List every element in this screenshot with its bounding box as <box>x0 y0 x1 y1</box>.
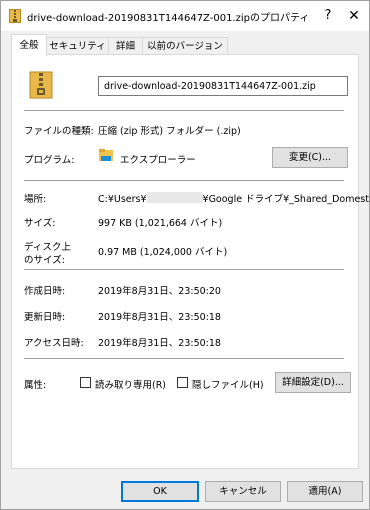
ok-button[interactable]: OK <box>121 481 199 502</box>
file-name-field[interactable]: drive-download-20190831T144647Z-001.zip <box>98 76 348 96</box>
tab-general[interactable]: 全般 <box>11 34 47 56</box>
hidden-checkbox[interactable] <box>177 377 188 388</box>
divider <box>24 110 344 111</box>
change-program-button[interactable]: 変更(C)... <box>272 147 348 168</box>
divider <box>24 180 344 181</box>
tab-previous-versions[interactable]: 以前のバージョン <box>142 37 228 55</box>
explorer-icon <box>98 147 114 166</box>
program-label: プログラム: <box>24 155 75 166</box>
redacted-username <box>146 192 203 203</box>
disk-size-label-line2: のサイズ: <box>24 255 65 266</box>
properties-dialog: drive-download-20190831T144647Z-001.zip の… <box>0 0 370 510</box>
location-suffix: ¥Google ドライブ¥_Shared_Domestic <box>202 194 370 205</box>
created-value: 2019年8月31日、23:50:20 <box>98 286 221 297</box>
zip-file-icon <box>29 71 53 102</box>
tab-details[interactable]: 詳細 <box>108 37 143 55</box>
tab-security[interactable]: セキュリティ <box>46 37 109 55</box>
title-bar: drive-download-20190831T144647Z-001.zipの… <box>1 1 369 31</box>
hidden-label[interactable]: 隠しファイル(H) <box>192 377 264 391</box>
created-label: 作成日時: <box>24 286 66 297</box>
window-title: drive-download-20190831T144647Z-001.zipの… <box>27 13 310 24</box>
cancel-button[interactable]: キャンセル <box>205 481 281 502</box>
divider <box>24 358 344 359</box>
apply-button[interactable]: 適用(A) <box>287 481 363 502</box>
file-type-label: ファイルの種類: <box>24 126 94 137</box>
location-label: 場所: <box>24 194 47 205</box>
location-value: C:¥Users¥ ¥Google ドライブ¥_Shared_Domestic <box>98 191 370 205</box>
disk-size-label-line1: ディスク上 <box>24 242 71 253</box>
accessed-label: アクセス日時: <box>24 338 84 349</box>
size-value: 997 KB (1,021,664 バイト) <box>98 218 223 229</box>
modified-label: 更新日時: <box>24 312 66 323</box>
file-type-value: 圧縮 (zip 形式) フォルダー (.zip) <box>98 126 241 137</box>
readonly-label[interactable]: 読み取り専用(R) <box>95 377 166 391</box>
zip-folder-icon <box>9 9 21 23</box>
disk-size-value: 0.97 MB (1,024,000 バイト) <box>98 247 228 258</box>
location-prefix: C:¥Users¥ <box>98 194 147 205</box>
advanced-attributes-button[interactable]: 詳細設定(D)... <box>275 372 351 393</box>
accessed-value: 2019年8月31日、23:50:18 <box>98 338 221 349</box>
help-button[interactable]: ? <box>317 5 339 27</box>
general-panel: drive-download-20190831T144647Z-001.zip … <box>11 54 370 469</box>
close-button[interactable]: ✕ <box>343 5 365 27</box>
divider <box>24 269 344 270</box>
size-label: サイズ: <box>24 218 56 229</box>
program-value: エクスプローラー <box>120 155 196 166</box>
modified-value: 2019年8月31日、23:50:18 <box>98 312 221 323</box>
readonly-checkbox[interactable] <box>80 377 91 388</box>
attributes-label: 属性: <box>24 380 47 391</box>
